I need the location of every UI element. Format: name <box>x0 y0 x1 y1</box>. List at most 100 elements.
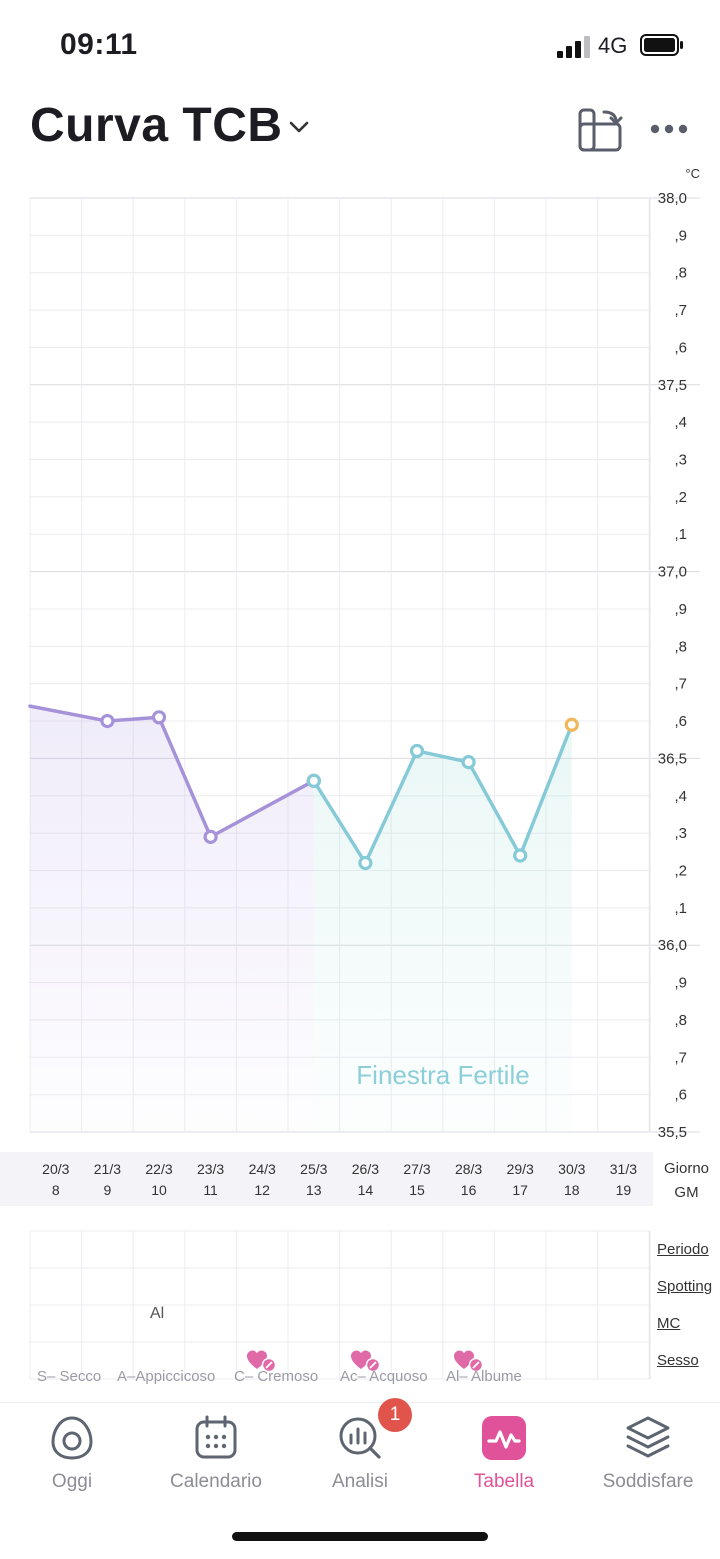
legend-secco: S– Secco <box>37 1368 102 1385</box>
y-tick-label: ,9 <box>674 227 687 244</box>
status-time: 09:11 <box>60 28 138 61</box>
status-bar: 09:11 4G <box>0 0 720 90</box>
axis-label-gm: GM <box>674 1184 699 1201</box>
row-label-mc[interactable]: MC <box>657 1315 680 1332</box>
y-tick-label: ,9 <box>674 601 687 618</box>
x-tick-cycle-day: 14 <box>357 1182 374 1198</box>
y-tick-label: ,4 <box>674 414 687 431</box>
chart-pulse-icon <box>482 1416 526 1460</box>
chevron-down-icon[interactable] <box>286 114 312 140</box>
day-column-label[interactable]: 24/3 12 <box>237 1159 287 1201</box>
day-column-label[interactable]: 23/3 11 <box>186 1159 236 1201</box>
y-tick-label: ,6 <box>674 1087 687 1104</box>
row-label-periodo[interactable]: Periodo <box>657 1241 709 1258</box>
notification-badge: 1 <box>378 1398 412 1432</box>
y-tick-label: ,7 <box>674 1049 687 1066</box>
y-tick-label: ,7 <box>674 302 687 319</box>
analysis-icon <box>339 1417 381 1459</box>
y-tick-label: ,8 <box>674 1012 687 1029</box>
y-tick-label: ,3 <box>674 452 687 469</box>
tab-calendario[interactable]: Calendario <box>144 1403 288 1513</box>
y-tick-label: 38,0 <box>658 190 687 207</box>
x-tick-date: 29/3 <box>506 1161 534 1177</box>
x-tick-date: 23/3 <box>196 1161 225 1177</box>
y-tick-label: ,2 <box>674 489 687 506</box>
y-tick-label: 36,0 <box>658 937 687 954</box>
y-tick-label: ,8 <box>674 638 687 655</box>
y-tick-label: ,2 <box>674 862 687 879</box>
day-column-label[interactable]: 27/3 15 <box>392 1159 442 1201</box>
data-point <box>358 855 373 871</box>
tab-soddisfare[interactable]: Soddisfare <box>576 1403 720 1513</box>
fertile-window-label: Finestra Fertile <box>356 1060 529 1090</box>
legend-albume: Al– Albume <box>446 1368 522 1385</box>
tab-oggi[interactable]: Oggi <box>0 1403 144 1513</box>
y-tick-label: ,6 <box>674 339 687 356</box>
bbt-chart: 38,0 ,9 ,8 ,7 ,6 37,5 ,4 ,3 ,2 ,1 37,0 ,9 ,8 ,7 ,6 36,5… <box>0 160 720 1150</box>
y-tick-label: ,3 <box>674 825 687 842</box>
tab-label-tabella: Tabella <box>473 1471 535 1492</box>
day-column-label[interactable]: 25/3 13 <box>289 1159 339 1201</box>
tab-label-analisi: Analisi <box>332 1471 388 1492</box>
x-tick-date: 22/3 <box>145 1161 173 1177</box>
y-tick-label: 37,5 <box>658 377 687 394</box>
y-tick-label: 37,0 <box>658 564 687 581</box>
day-column-label[interactable]: 26/3 14 <box>340 1159 390 1201</box>
y-tick-label: 36,5 <box>658 750 687 767</box>
data-point <box>513 848 528 863</box>
x-tick-cycle-day: 10 <box>151 1182 167 1198</box>
tab-label-soddisfare: Soddisfare <box>602 1471 694 1492</box>
day-column-label[interactable]: 20/3 8 <box>31 1159 81 1201</box>
data-point <box>461 755 476 770</box>
x-tick-date: 24/3 <box>248 1161 276 1177</box>
x-tick-cycle-day: 12 <box>254 1182 270 1198</box>
row-label-sesso[interactable]: Sesso <box>657 1352 699 1369</box>
tab-label-oggi: Oggi <box>51 1471 93 1492</box>
data-point <box>151 710 167 725</box>
mc-value: Al <box>150 1305 165 1322</box>
page-title[interactable]: Curva TCB <box>30 98 283 153</box>
legend-acquoso: Ac– Acquoso <box>340 1368 428 1385</box>
x-tick-date: 31/3 <box>609 1161 638 1177</box>
x-tick-cycle-day: 18 <box>564 1182 580 1198</box>
y-tick-label: ,8 <box>674 265 687 282</box>
day-column-label[interactable]: 29/3 17 <box>495 1159 545 1201</box>
x-tick-cycle-day: 13 <box>306 1182 322 1198</box>
x-tick-cycle-day: 8 <box>51 1182 60 1198</box>
more-options-icon[interactable] <box>648 118 690 140</box>
data-point <box>409 743 425 759</box>
rotate-screen-button[interactable] <box>574 106 626 154</box>
y-tick-label: ,1 <box>674 526 687 543</box>
x-tick-cycle-day: 11 <box>203 1182 218 1198</box>
day-column-label[interactable]: 28/3 16 <box>444 1159 494 1201</box>
axis-label-giorno: Giorno <box>663 1160 710 1177</box>
legend-appiccicoso: A–Appiccicoso <box>117 1368 216 1385</box>
x-tick-date: 25/3 <box>300 1161 328 1177</box>
legend-cremoso: C– Cremoso <box>234 1368 319 1385</box>
y-tick-label: ,9 <box>674 975 687 992</box>
day-column-label[interactable]: 30/3 18 <box>547 1159 597 1201</box>
day-column-label[interactable]: 22/3 10 <box>134 1159 184 1201</box>
x-tick-date: 27/3 <box>403 1161 431 1177</box>
y-tick-label: ,1 <box>674 900 687 917</box>
data-point <box>306 773 321 788</box>
day-column-label[interactable]: 21/3 9 <box>82 1159 132 1201</box>
egg-icon <box>51 1416 93 1460</box>
tab-tabella[interactable]: Tabella <box>432 1403 576 1513</box>
battery-icon <box>640 34 683 56</box>
day-column-label[interactable]: 31/3 19 <box>598 1159 648 1201</box>
data-point <box>203 829 218 844</box>
signal-icon <box>557 36 590 58</box>
x-tick-cycle-day: 16 <box>460 1182 477 1198</box>
row-label-spotting[interactable]: Spotting <box>657 1278 712 1295</box>
x-tick-cycle-day: 19 <box>615 1182 632 1198</box>
day-axis: 20/3 8 21/3 9 22/3 10 23/3 11 24/3 12 25/3 13 26/3 14… <box>0 1152 653 1206</box>
y-tick-label: ,7 <box>674 676 687 693</box>
layers-icon <box>626 1416 670 1458</box>
x-tick-date: 26/3 <box>351 1161 380 1177</box>
tab-label-calendario: Calendario <box>170 1471 262 1492</box>
x-tick-cycle-day: 9 <box>103 1182 112 1198</box>
unit-label: °C <box>685 166 700 181</box>
data-point <box>100 713 115 729</box>
x-tick-date: 30/3 <box>558 1161 586 1177</box>
